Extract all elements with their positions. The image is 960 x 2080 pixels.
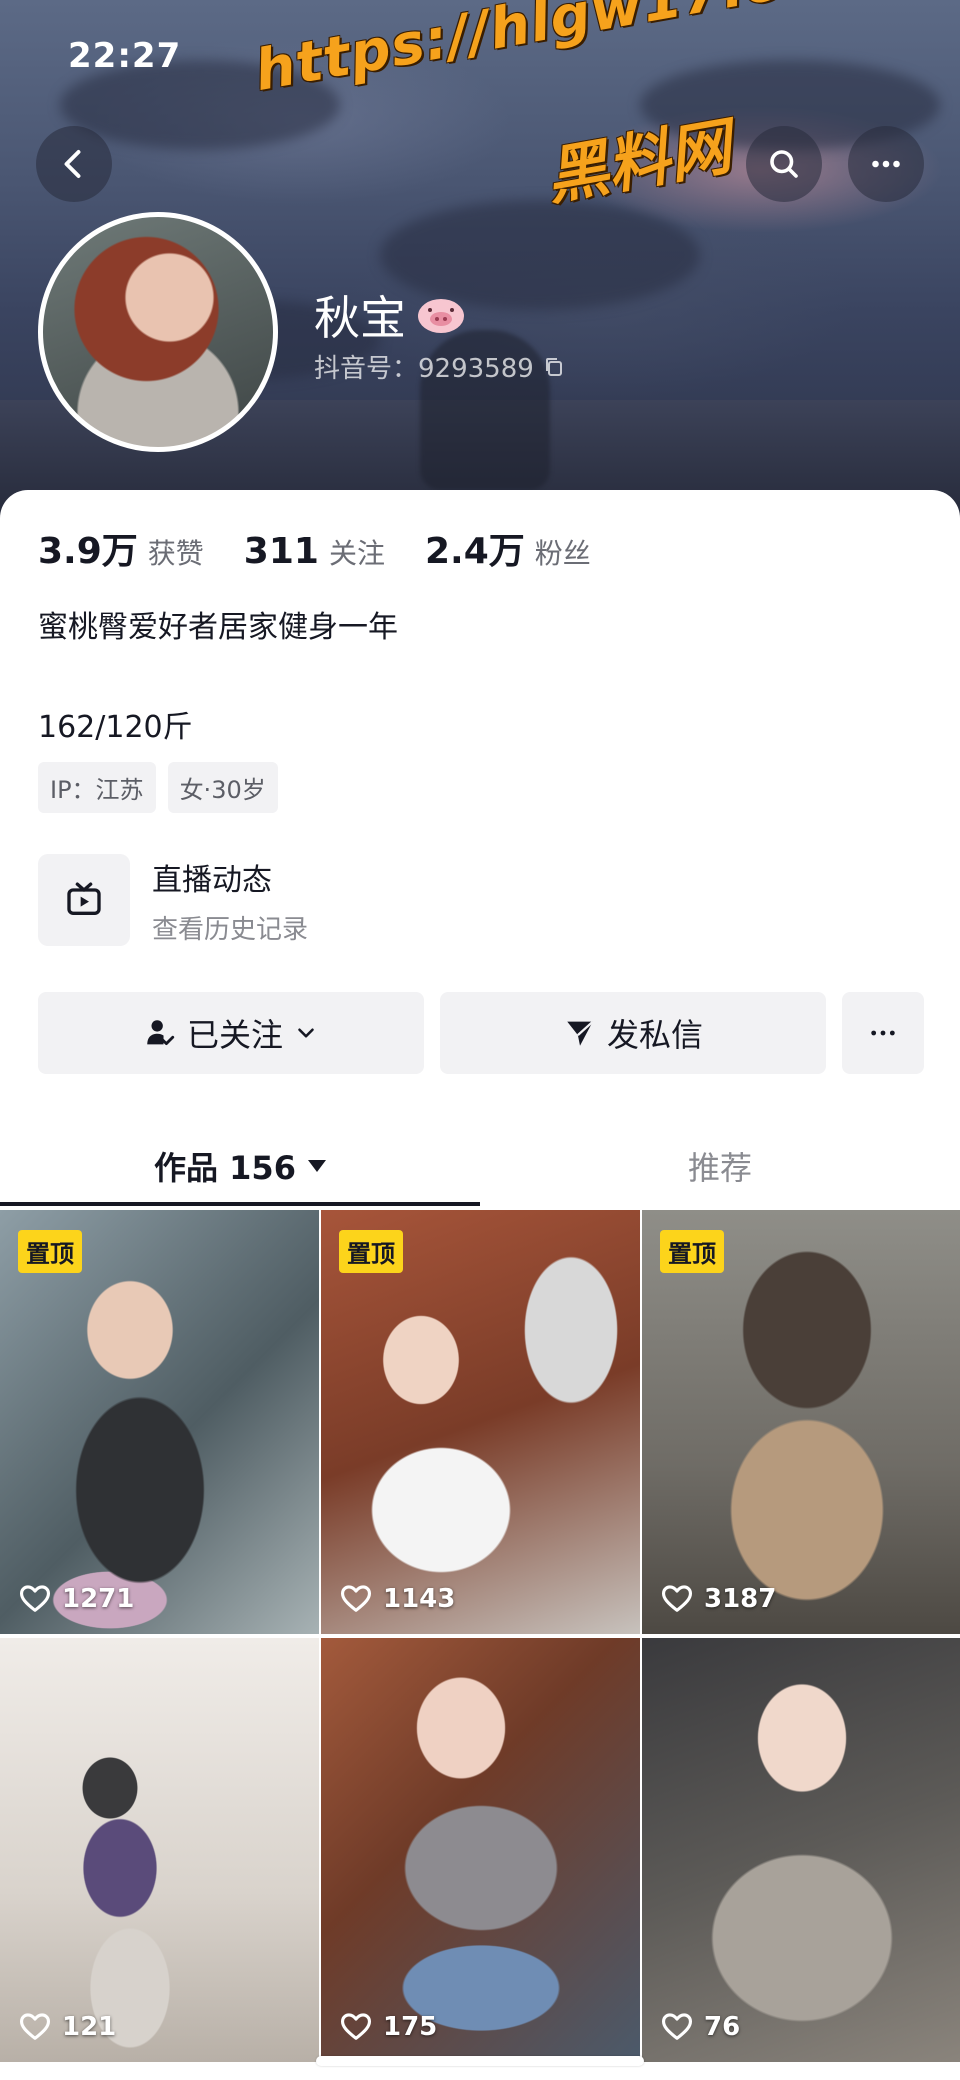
stat-value: 3.9万: [38, 531, 138, 572]
likes-count: 175: [383, 2012, 438, 2042]
pinned-badge: 置顶: [660, 1230, 724, 1273]
video-grid: 置顶 1271 置顶 1143 置顶 3187 121 175 76: [0, 1210, 960, 2062]
tv-icon: [67, 882, 101, 915]
live-history-entry[interactable]: 直播动态 查看历史记录: [38, 854, 308, 946]
profile-bio-line1: 蜜桃臀爱好者居家健身一年: [38, 610, 398, 645]
stat-label: 关注: [328, 537, 385, 570]
more-dots-icon: [871, 1030, 895, 1036]
heart-outline-icon: [661, 1585, 693, 1612]
nickname-text: 秋宝: [314, 291, 406, 345]
copy-icon[interactable]: [542, 355, 566, 379]
stat-value: 311: [243, 531, 319, 572]
video-thumbnail[interactable]: 置顶 1143: [321, 1210, 640, 1634]
likes-count: 1143: [383, 1584, 456, 1614]
stat-label: 粉丝: [534, 537, 591, 570]
send-message-label: 发私信: [606, 1016, 703, 1054]
live-icon-box: [38, 854, 130, 946]
pinned-badge: 置顶: [339, 1230, 403, 1273]
video-thumbnail[interactable]: 置顶 3187: [642, 1210, 960, 1634]
heart-outline-icon: [19, 1585, 51, 1612]
stat-followers[interactable]: 2.4万 粉丝: [425, 522, 591, 574]
live-title: 直播动态: [152, 862, 272, 898]
video-likes: 76: [660, 2010, 740, 2044]
more-button[interactable]: [848, 126, 924, 202]
back-button[interactable]: [36, 126, 112, 202]
likes-count: 1271: [62, 1584, 135, 1614]
profile-bio-line2: 162/120斤: [38, 710, 193, 745]
send-icon: [567, 1020, 594, 1046]
send-message-button[interactable]: 发私信: [440, 992, 826, 1074]
followed-button[interactable]: 已关注: [38, 992, 424, 1074]
video-thumbnail[interactable]: 121: [0, 1638, 319, 2062]
stat-value: 2.4万: [424, 531, 525, 572]
profile-tags: IP：江苏 女·30岁: [38, 762, 278, 813]
heart-outline-icon: [340, 2013, 372, 2040]
video-likes: 121: [18, 2010, 116, 2044]
douyin-id-text: 抖音号：9293589: [314, 354, 534, 384]
profile-nickname: 秋宝: [314, 282, 466, 348]
video-likes: 175: [339, 2010, 437, 2044]
video-thumbnail[interactable]: 76: [642, 1638, 960, 2062]
likes-count: 3187: [704, 1584, 777, 1614]
person-check-icon: [147, 1020, 175, 1046]
followed-label: 已关注: [186, 1016, 283, 1054]
more-dots-icon: [872, 160, 900, 168]
chevron-down-icon: [298, 1028, 314, 1038]
stat-label: 获赞: [147, 537, 204, 570]
profile-avatar[interactable]: [38, 212, 278, 452]
tab-works-label: 作品 156: [154, 1149, 296, 1187]
back-arrow-icon: [64, 150, 81, 178]
active-tab-indicator: [0, 1202, 480, 1206]
stat-likes[interactable]: 3.9万 获赞: [38, 522, 204, 574]
likes-count: 76: [704, 2012, 741, 2042]
video-thumbnail[interactable]: 175: [321, 1638, 640, 2062]
live-subtitle: 查看历史记录: [152, 914, 309, 945]
profile-stats: 3.9万 获赞 311 关注 2.4万 粉丝: [38, 522, 631, 574]
stat-following[interactable]: 311 关注: [244, 531, 385, 572]
heart-outline-icon: [661, 2013, 693, 2040]
search-icon: [770, 150, 798, 178]
video-likes: 1143: [339, 1582, 455, 1616]
status-bar-time: 22:27: [68, 36, 182, 76]
likes-count: 121: [62, 2012, 117, 2042]
home-indicator[interactable]: [316, 2056, 644, 2066]
heart-outline-icon: [340, 1585, 372, 1612]
video-likes: 1271: [18, 1582, 134, 1616]
caret-down-icon: [307, 1160, 326, 1172]
pinned-badge: 置顶: [18, 1230, 82, 1273]
video-thumbnail[interactable]: 置顶 1271: [0, 1210, 319, 1634]
ip-location-tag: IP：江苏: [38, 762, 156, 813]
tab-recommend[interactable]: 推荐: [480, 1118, 960, 1214]
pig-face-icon: [418, 299, 464, 333]
content-tabs: 作品 156 推荐: [0, 1118, 960, 1214]
heart-outline-icon: [19, 2013, 51, 2040]
tab-works[interactable]: 作品 156: [0, 1118, 480, 1214]
search-button[interactable]: [746, 126, 822, 202]
douyin-id[interactable]: 抖音号：9293589: [314, 348, 566, 385]
gender-age-tag: 女·30岁: [167, 762, 278, 813]
more-actions-button[interactable]: [842, 992, 924, 1074]
video-likes: 3187: [660, 1582, 776, 1616]
tab-recommend-label: 推荐: [687, 1149, 752, 1187]
live-text: 直播动态 查看历史记录: [152, 855, 308, 946]
profile-actions: 已关注 发私信: [38, 992, 924, 1074]
